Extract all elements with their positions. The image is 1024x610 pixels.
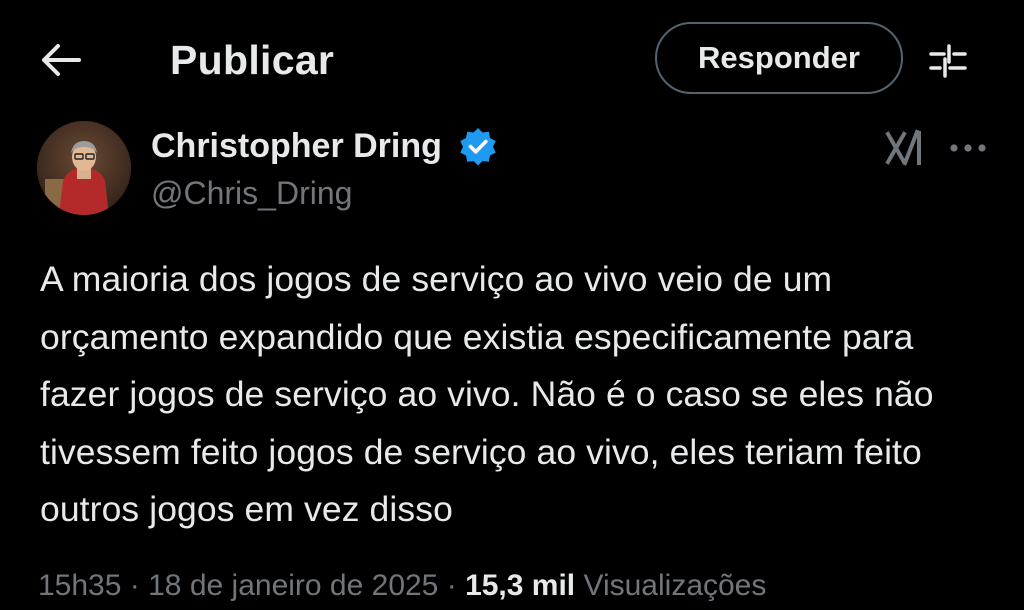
grok-button[interactable] — [883, 128, 925, 168]
back-button[interactable] — [38, 40, 84, 80]
grok-icon — [885, 129, 921, 166]
more-options-button[interactable] — [946, 128, 990, 168]
tweet-time[interactable]: 15h35 — [38, 569, 121, 602]
tweet-date[interactable]: 18 de janeiro de 2025 — [148, 569, 438, 602]
author-handle[interactable]: @Chris_Dring — [151, 172, 352, 214]
tweet-metadata: 15h35 · 18 de janeiro de 2025 · 15,3 mil… — [38, 564, 766, 608]
sliders-icon — [929, 44, 967, 78]
page-title: Publicar — [170, 37, 335, 83]
meta-separator: · — [446, 569, 457, 602]
arrow-left-icon — [42, 44, 81, 76]
avatar-image — [37, 121, 131, 215]
top-bar: Publicar Responder — [0, 0, 1024, 118]
filter-button[interactable] — [924, 38, 972, 82]
avatar[interactable] — [37, 121, 131, 215]
views-count: 15,3 mil — [465, 569, 576, 602]
tweet-text: A maioria dos jogos de serviço ao vivo v… — [40, 259, 934, 529]
more-horizontal-icon — [950, 144, 986, 152]
meta-separator: · — [129, 569, 140, 602]
verified-badge-icon — [460, 128, 496, 166]
reply-button[interactable]: Responder — [655, 22, 903, 94]
views-label: Visualizações — [583, 569, 767, 602]
author-name[interactable]: Christopher Dring — [151, 124, 442, 168]
